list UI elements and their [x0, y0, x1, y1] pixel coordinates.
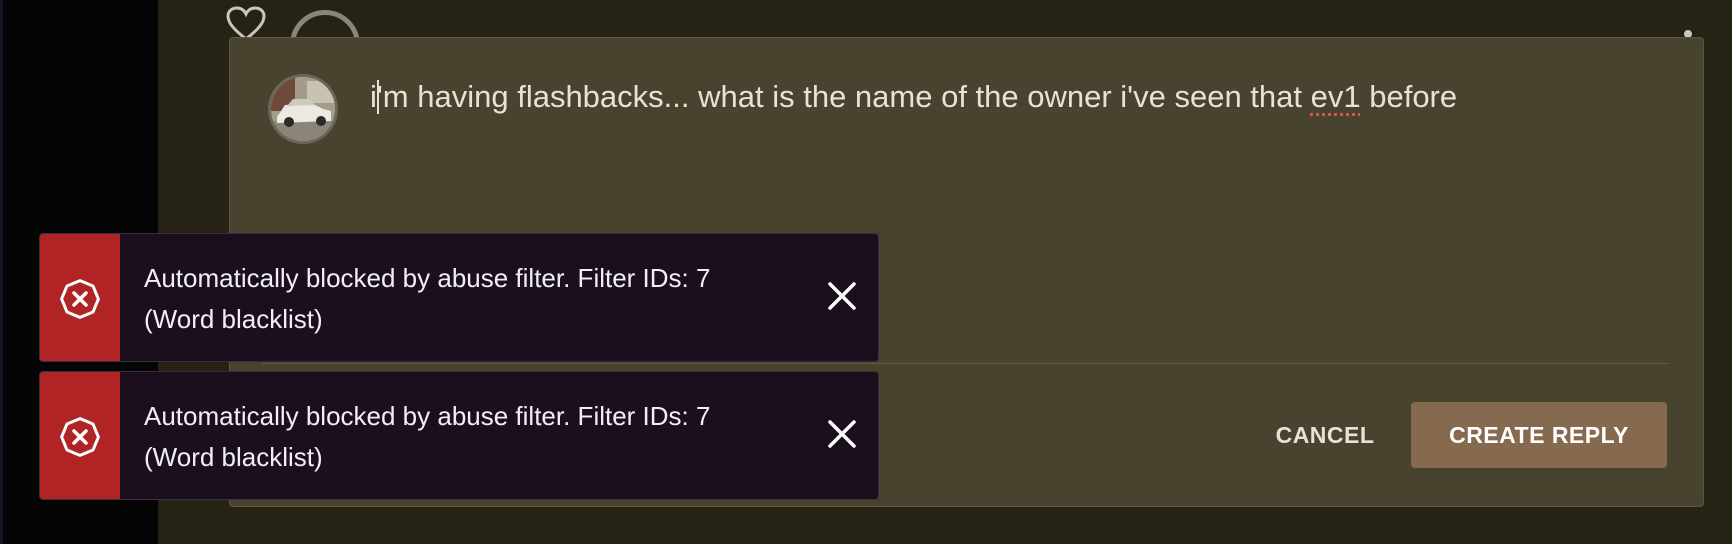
- page: i'm having flashbacks... what is the nam…: [0, 0, 1732, 544]
- car-photo-icon: [271, 77, 335, 141]
- toast-error-stripe: [40, 234, 120, 361]
- reply-text-before: i'm having flashbacks... what is the nam…: [370, 79, 1311, 114]
- close-icon[interactable]: [820, 412, 864, 456]
- error-toast: Automatically blocked by abuse filter. F…: [39, 233, 879, 362]
- composer-divider: [262, 363, 1668, 364]
- toast-error-stripe: [40, 372, 120, 499]
- close-icon[interactable]: [820, 274, 864, 318]
- user-avatar: [268, 74, 338, 144]
- reply-text-after: before: [1360, 79, 1458, 114]
- create-reply-button[interactable]: CREATE REPLY: [1411, 402, 1667, 468]
- spellcheck-flagged-word: ev1: [1310, 79, 1361, 114]
- toast-message: Automatically blocked by abuse filter. F…: [144, 401, 711, 472]
- error-circle-x-icon: [60, 417, 100, 457]
- error-circle-x-icon: [60, 279, 100, 319]
- toast-message: Automatically blocked by abuse filter. F…: [144, 263, 711, 334]
- text-caret: [377, 80, 379, 114]
- sidebar-edge: [0, 0, 3, 544]
- cancel-button[interactable]: CANCEL: [1260, 402, 1390, 468]
- error-toast: Automatically blocked by abuse filter. F…: [39, 371, 879, 500]
